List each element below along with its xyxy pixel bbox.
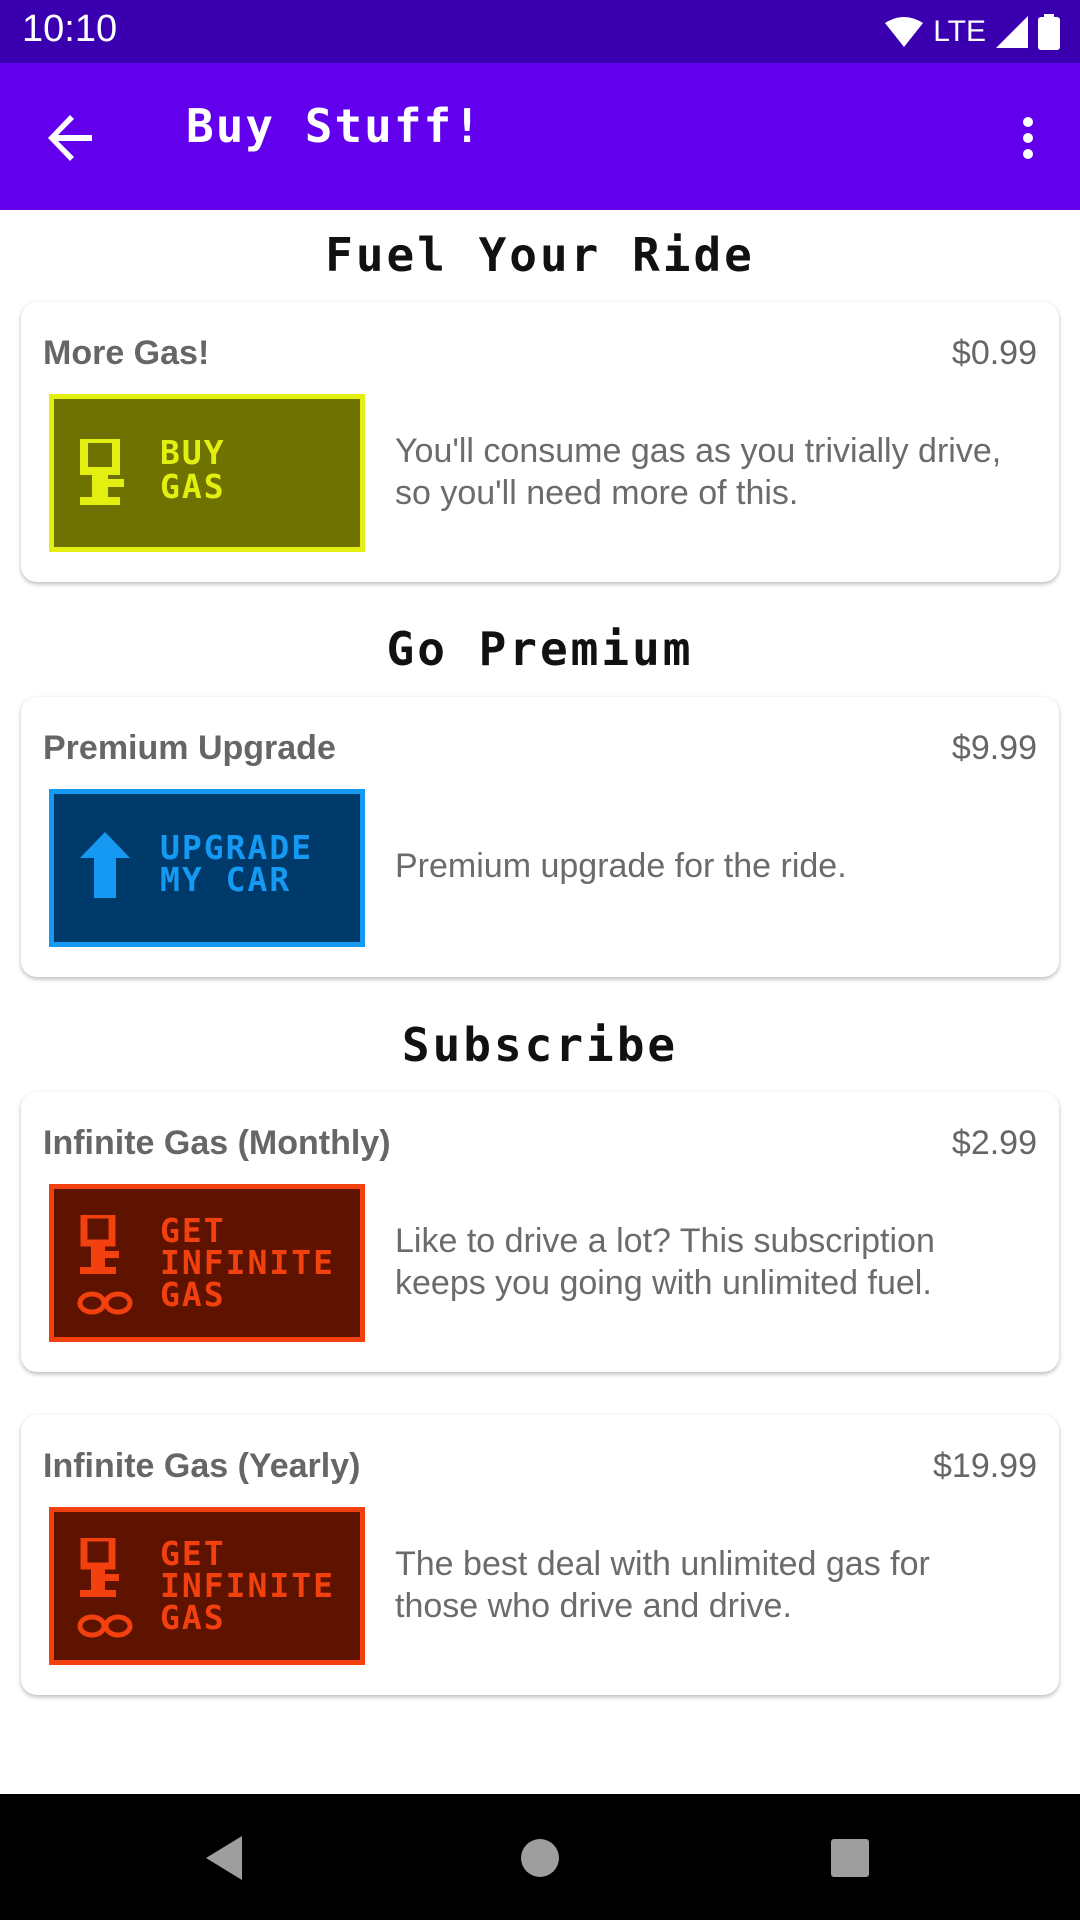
- product-card-infinite-gas-monthly[interactable]: Infinite Gas (Monthly) $2.99 GET INFINIT…: [21, 1092, 1059, 1372]
- wifi-icon: [885, 17, 924, 47]
- infinite-gas-badge[interactable]: GET INFINITE GAS: [49, 1507, 365, 1665]
- badge-line-3: GAS: [160, 1598, 226, 1637]
- product-description: Premium upgrade for the ride.: [395, 847, 847, 885]
- status-bar: 10:10 LTE: [0, 0, 1080, 63]
- product-price: $0.99: [951, 334, 1037, 372]
- product-price: $9.99: [951, 729, 1037, 767]
- badge-line-2: GAS: [160, 467, 226, 506]
- battery-icon: [1038, 14, 1060, 50]
- section-title-premium: Go Premium: [386, 622, 694, 676]
- app-bar: Buy Stuff!: [0, 63, 1080, 210]
- app-title: Buy Stuff!: [186, 99, 483, 153]
- navigation-bar: [0, 1794, 1080, 1920]
- nav-back-button[interactable]: [192, 1826, 256, 1890]
- badge-line-3: GAS: [160, 1275, 226, 1314]
- badge-line-1: BUY: [160, 433, 226, 472]
- status-time: 10:10: [22, 8, 118, 50]
- store-content[interactable]: Fuel Your Ride More Gas! $0.99 BUY GAS Y…: [0, 210, 1080, 1794]
- product-card-more-gas[interactable]: More Gas! $0.99 BUY GAS You'll consume g…: [21, 302, 1059, 582]
- product-price: $2.99: [951, 1124, 1037, 1162]
- section-title-subscribe: Subscribe: [401, 1018, 679, 1072]
- buy-gas-badge[interactable]: BUY GAS: [49, 394, 365, 552]
- square-recents-icon: [831, 1839, 869, 1877]
- product-description: You'll consume gas as you trivially driv…: [395, 432, 1002, 512]
- section-title-fuel: Fuel Your Ride: [325, 228, 755, 282]
- overflow-menu-button[interactable]: [998, 103, 1058, 173]
- status-icons: LTE: [885, 12, 1060, 52]
- product-name: Infinite Gas (Monthly): [43, 1124, 391, 1162]
- product-name: Premium Upgrade: [43, 729, 336, 767]
- gas-pump-infinity-icon: [77, 1215, 133, 1315]
- product-name: Infinite Gas (Yearly): [43, 1447, 361, 1485]
- signal-icon: [996, 16, 1028, 48]
- arrow-back-icon: [48, 115, 92, 161]
- circle-home-icon: [521, 1839, 559, 1877]
- nav-recents-button[interactable]: [818, 1826, 882, 1890]
- product-card-premium-upgrade[interactable]: Premium Upgrade $9.99 UPGRADE MY CAR Pre…: [21, 697, 1059, 977]
- triangle-back-icon: [206, 1836, 242, 1880]
- product-card-infinite-gas-yearly[interactable]: Infinite Gas (Yearly) $19.99 GET INFINIT…: [21, 1415, 1059, 1695]
- nav-home-button[interactable]: [508, 1826, 572, 1890]
- product-price: $19.99: [933, 1447, 1037, 1485]
- gas-pump-icon: [80, 439, 124, 505]
- infinite-gas-badge[interactable]: GET INFINITE GAS: [49, 1184, 365, 1342]
- upgrade-car-badge[interactable]: UPGRADE MY CAR: [49, 789, 365, 947]
- arrow-up-icon: [80, 832, 130, 898]
- product-name: More Gas!: [43, 334, 210, 372]
- product-description: Like to drive a lot? This subscription k…: [395, 1222, 935, 1302]
- product-description: The best deal with unlimited gas for tho…: [395, 1545, 930, 1625]
- network-type: LTE: [933, 15, 986, 48]
- back-button[interactable]: [36, 103, 106, 173]
- badge-line-2: MY CAR: [160, 860, 292, 899]
- more-vert-icon: [1023, 117, 1033, 159]
- gas-pump-infinity-icon: [77, 1538, 133, 1638]
